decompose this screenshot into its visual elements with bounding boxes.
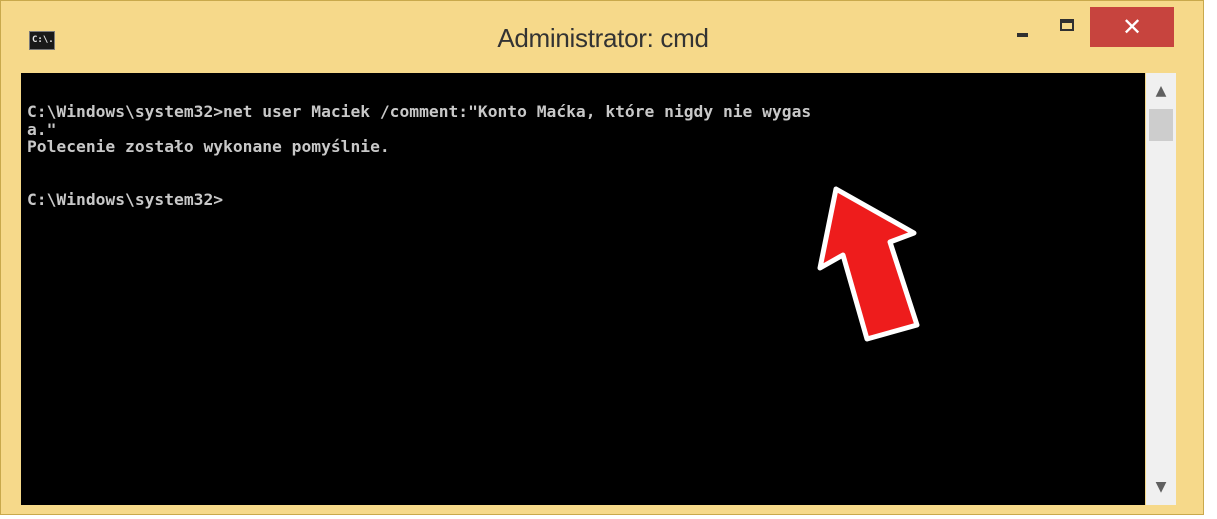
minimize-button[interactable] [999,7,1047,47]
maximize-icon [1060,19,1074,31]
console-area[interactable]: C:\Windows\system32>net user Maciek /com… [21,73,1145,505]
scroll-up-icon[interactable]: ▲ [1146,73,1176,109]
vertical-scrollbar[interactable]: ▲ ▼ [1146,73,1176,505]
maximize-button[interactable] [1047,7,1089,47]
red-arrow-annotation [817,186,920,342]
close-button[interactable]: ✕ [1090,7,1174,47]
close-icon: ✕ [1121,13,1143,41]
scroll-thumb[interactable] [1149,109,1173,141]
scroll-down-icon[interactable]: ▼ [1146,469,1176,505]
cmd-window: C:\. Administrator: cmd ✕ C:\Windows\sys… [0,0,1204,515]
minimize-icon [1017,33,1028,37]
arrow-icon [817,186,920,342]
